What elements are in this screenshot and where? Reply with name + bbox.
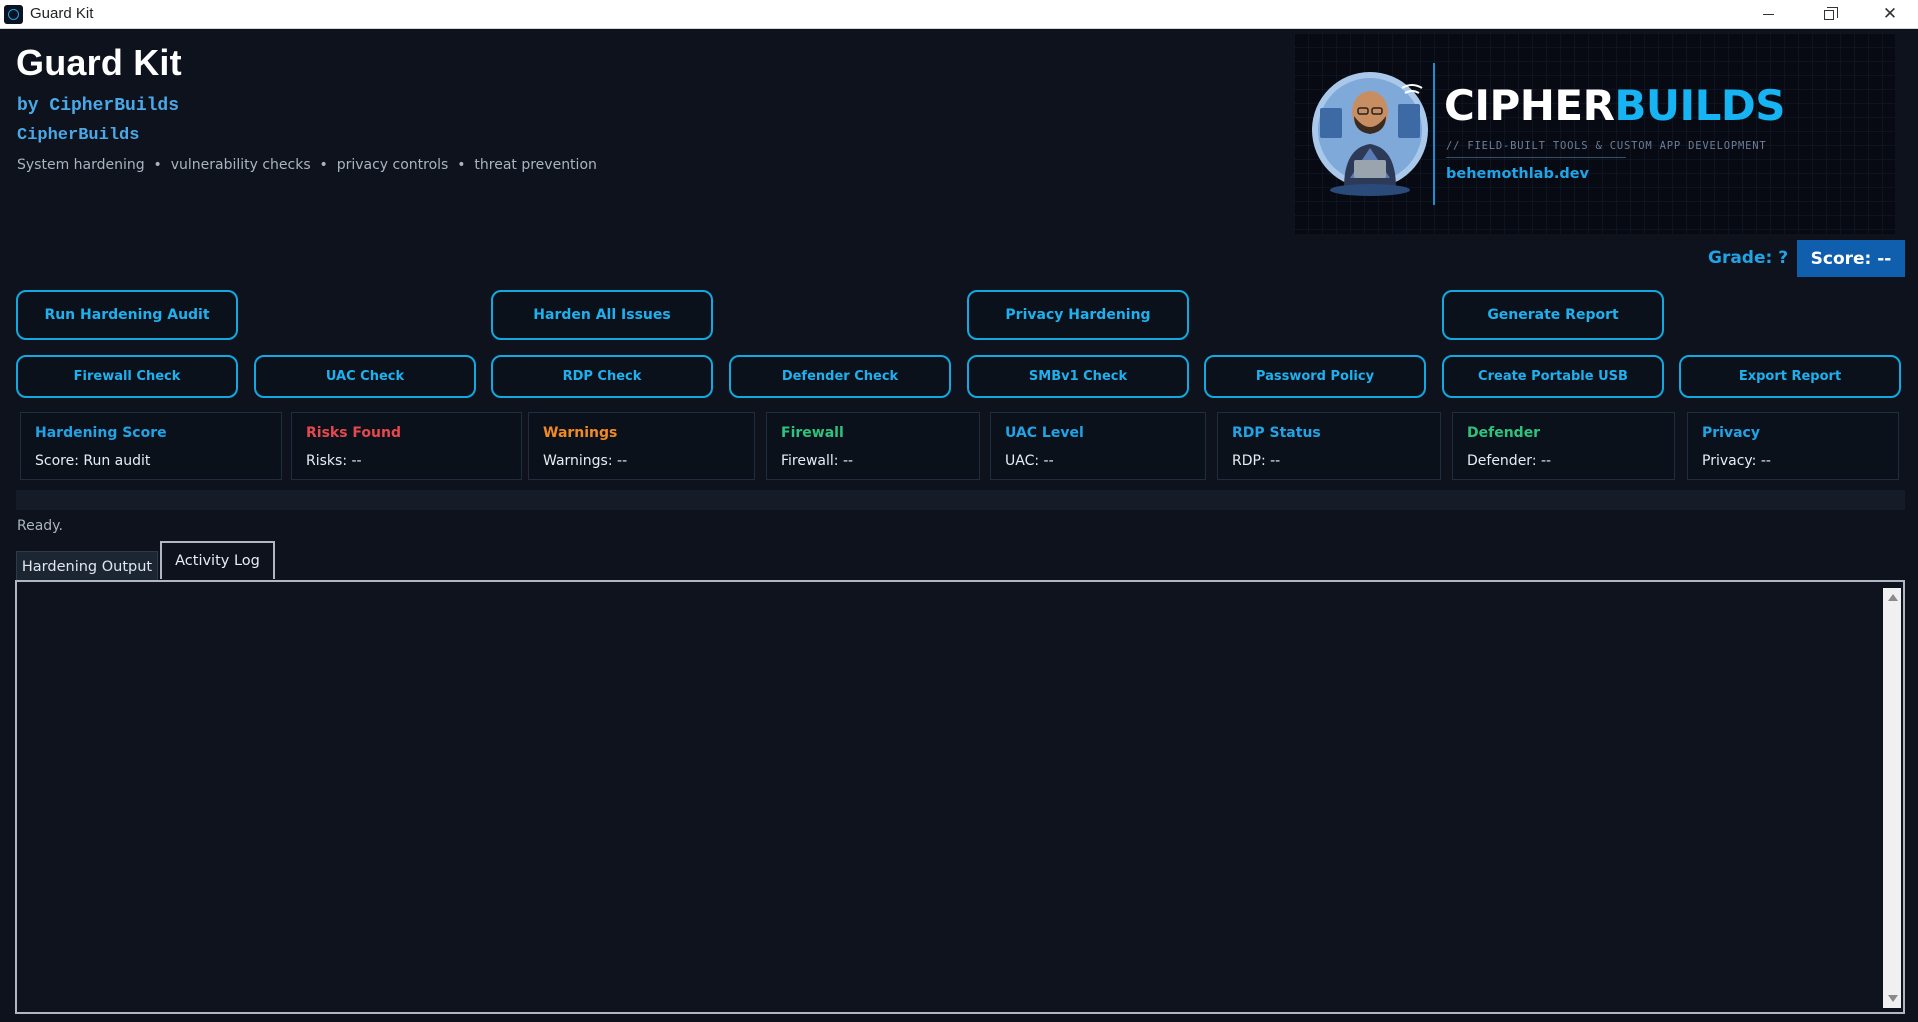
card-hardening-score: Hardening Score Score: Run audit (20, 412, 282, 480)
card-value: UAC: -- (1005, 453, 1054, 469)
privacy-hardening-button[interactable]: Privacy Hardening (967, 290, 1189, 340)
card-rdp-status: RDP Status RDP: -- (1217, 412, 1441, 480)
card-uac-level: UAC Level UAC: -- (990, 412, 1206, 480)
grade-label: Grade: ? (1708, 248, 1789, 268)
output-scrollbar[interactable] (1883, 588, 1901, 1008)
card-value: Defender: -- (1467, 453, 1552, 469)
window-title: Guard Kit (30, 5, 94, 22)
banner-subtitle: // FIELD-BUILT TOOLS & CUSTOM APP DEVELO… (1446, 140, 1767, 152)
card-title: UAC Level (1005, 425, 1084, 441)
restore-icon (1824, 6, 1838, 20)
status-text: Ready. (17, 518, 63, 534)
card-title: Hardening Score (35, 425, 167, 441)
create-portable-usb-button[interactable]: Create Portable USB (1442, 355, 1664, 398)
by-line: by CipherBuilds (17, 96, 180, 116)
tab-hardening-output[interactable]: Hardening Output (16, 551, 158, 581)
smbv1-check-button[interactable]: SMBv1 Check (967, 355, 1189, 398)
card-title: Warnings (543, 425, 618, 441)
rdp-check-button[interactable]: RDP Check (491, 355, 713, 398)
card-value: RDP: -- (1232, 453, 1281, 469)
generate-report-button[interactable]: Generate Report (1442, 290, 1664, 340)
card-defender: Defender Defender: -- (1452, 412, 1675, 480)
firewall-check-button[interactable]: Firewall Check (16, 355, 238, 398)
minimize-icon (1762, 14, 1774, 15)
card-title: RDP Status (1232, 425, 1321, 441)
progress-bar (16, 490, 1905, 510)
card-title: Firewall (781, 425, 844, 441)
scroll-down-icon[interactable] (1888, 995, 1898, 1002)
password-policy-button[interactable]: Password Policy (1204, 355, 1426, 398)
defender-check-button[interactable]: Defender Check (729, 355, 951, 398)
run-hardening-audit-button[interactable]: Run Hardening Audit (16, 290, 238, 340)
restore-button[interactable] (1801, 0, 1857, 29)
card-value: Warnings: -- (543, 453, 628, 469)
tagline: System hardening • vulnerability checks … (17, 157, 597, 173)
avatar-illustration (1312, 72, 1428, 196)
card-value: Firewall: -- (781, 453, 854, 469)
card-value: Score: Run audit (35, 453, 151, 469)
brand-name: CipherBuilds (17, 126, 140, 145)
card-value: Privacy: -- (1702, 453, 1771, 469)
close-icon: ✕ (1882, 4, 1898, 24)
close-button[interactable]: ✕ (1862, 0, 1918, 29)
uac-check-button[interactable]: UAC Check (254, 355, 476, 398)
minimize-button[interactable] (1740, 0, 1796, 29)
scroll-up-icon[interactable] (1888, 594, 1898, 601)
app-icon (4, 5, 23, 24)
card-title: Defender (1467, 425, 1541, 441)
window-title-bar: Guard Kit ✕ (0, 0, 1918, 29)
harden-all-issues-button[interactable]: Harden All Issues (491, 290, 713, 340)
card-value: Risks: -- (306, 453, 362, 469)
card-privacy: Privacy Privacy: -- (1687, 412, 1899, 480)
card-firewall: Firewall Firewall: -- (766, 412, 980, 480)
banner-brand: CIPHERBUILDS (1444, 81, 1786, 130)
card-warnings: Warnings Warnings: -- (528, 412, 755, 480)
banner-url: behemothlab.dev (1446, 166, 1590, 182)
card-title: Risks Found (306, 425, 401, 441)
tab-activity-log[interactable]: Activity Log (160, 541, 275, 579)
hardening-output-textarea[interactable] (15, 580, 1905, 1014)
export-report-button[interactable]: Export Report (1679, 355, 1901, 398)
app-title: Guard Kit (16, 42, 182, 83)
score-badge: Score: -- (1797, 240, 1905, 277)
brand-banner: CIPHERBUILDS // FIELD-BUILT TOOLS & CUST… (1294, 33, 1895, 234)
card-risks-found: Risks Found Risks: -- (291, 412, 522, 480)
card-title: Privacy (1702, 425, 1760, 441)
